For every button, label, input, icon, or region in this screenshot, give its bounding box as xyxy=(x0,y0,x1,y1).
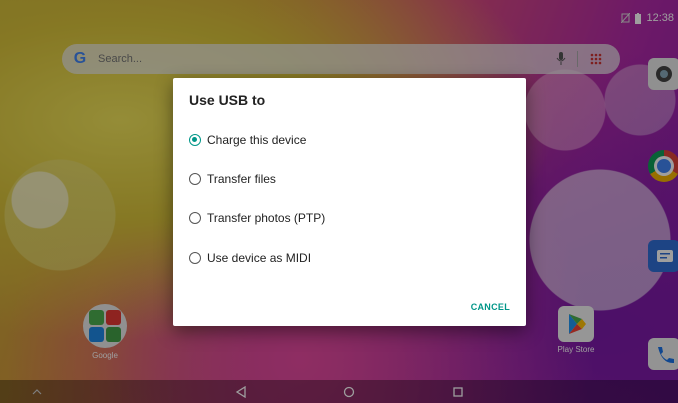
usb-options-dialog: Use USB to Charge this device Transfer f… xyxy=(173,78,526,326)
android-home-screen: 12:38 G Search... Google Play Store Use … xyxy=(0,0,678,403)
dialog-title: Use USB to xyxy=(189,92,266,108)
radio-unselected-icon[interactable] xyxy=(189,173,201,185)
option-charge-this-device[interactable]: Charge this device xyxy=(189,130,306,150)
option-transfer-files[interactable]: Transfer files xyxy=(189,169,276,189)
radio-unselected-icon[interactable] xyxy=(189,252,201,264)
option-label: Charge this device xyxy=(207,133,307,147)
cancel-button[interactable]: CANCEL xyxy=(471,302,510,312)
option-label: Transfer files xyxy=(207,172,276,186)
option-transfer-photos[interactable]: Transfer photos (PTP) xyxy=(189,208,325,228)
option-label: Use device as MIDI xyxy=(207,251,312,265)
option-use-device-as-midi[interactable]: Use device as MIDI xyxy=(189,248,311,268)
option-label: Transfer photos (PTP) xyxy=(207,211,326,225)
radio-selected-icon[interactable] xyxy=(189,134,201,146)
radio-unselected-icon[interactable] xyxy=(189,212,201,224)
